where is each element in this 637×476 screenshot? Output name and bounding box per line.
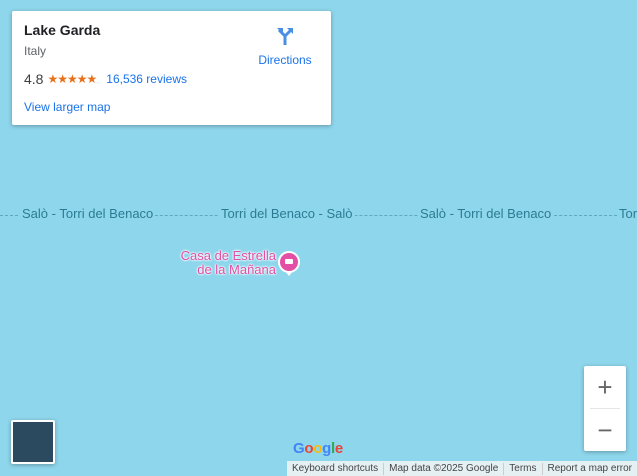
ferry-route-label: Salò - Torri del Benaco: [418, 206, 554, 222]
rating-value: 4.8: [24, 71, 44, 87]
pin-tip: [285, 271, 293, 276]
zoom-out-button[interactable]: −: [584, 409, 626, 451]
poi-name-line1: Casa de Estrella: [180, 248, 276, 263]
logo-letter: e: [334, 440, 343, 457]
view-larger-map-link[interactable]: View larger map: [24, 100, 110, 114]
zoom-control: + −: [584, 366, 626, 451]
keyboard-shortcuts-link[interactable]: Keyboard shortcuts: [287, 462, 385, 475]
terms-link[interactable]: Terms: [504, 462, 543, 475]
poi-name-line2: de la Mañana: [197, 262, 276, 277]
star-rating-icon: ★★★★★: [47, 72, 97, 86]
ferry-route-label: Torri del Benaco - Salò: [219, 206, 355, 222]
directions-button[interactable]: Directions: [250, 25, 320, 67]
ferry-route-label: Tor: [617, 206, 637, 222]
place-title: Lake Garda: [24, 22, 101, 38]
logo-letter: o: [304, 440, 314, 457]
ferry-route-label: Salò - Torri del Benaco: [20, 206, 156, 222]
google-logo: Google: [293, 440, 343, 457]
report-error-link[interactable]: Report a map error: [543, 463, 637, 475]
map-data-text: Map data ©2025 Google: [384, 462, 505, 475]
directions-icon: [277, 28, 293, 45]
poi-label[interactable]: Casa de Estrella de la Mañana: [160, 249, 276, 277]
logo-letter: o: [313, 440, 323, 457]
logo-letter: g: [322, 440, 331, 457]
attribution-bar: Keyboard shortcuts Map data ©2025 Google…: [286, 461, 637, 476]
place-card: Lake Garda Italy 4.8 ★★★★★ 16,536 review…: [12, 11, 331, 125]
reviews-link[interactable]: 16,536 reviews: [106, 72, 187, 86]
rating-row: 4.8 ★★★★★ 16,536 reviews: [24, 71, 187, 87]
satellite-layer-button[interactable]: [11, 420, 55, 464]
zoom-in-button[interactable]: +: [584, 366, 626, 408]
directions-label: Directions: [258, 53, 312, 67]
hotel-bed-icon[interactable]: [278, 251, 300, 273]
logo-letter: G: [293, 440, 305, 457]
place-subtitle: Italy: [24, 44, 47, 58]
